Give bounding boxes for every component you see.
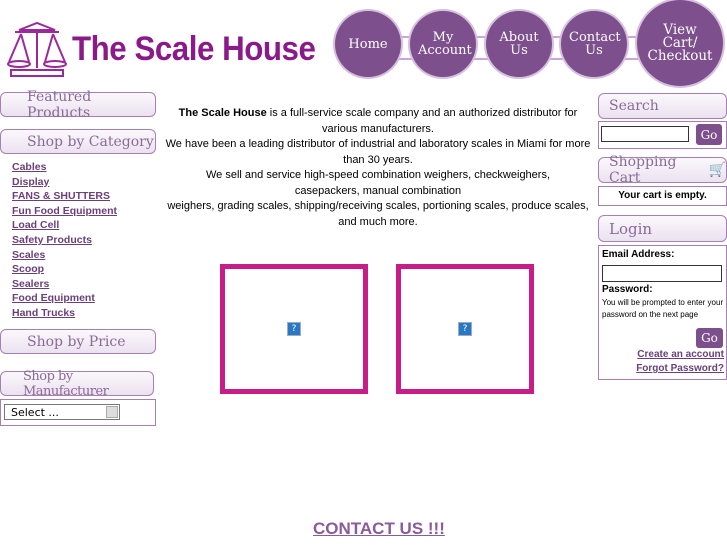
category-link[interactable]: Hand Trucks	[12, 306, 117, 321]
nav-about-us[interactable]: About Us	[486, 11, 552, 77]
scale-logo-icon	[7, 21, 67, 77]
category-list: Cables Display FANS & SHUTTERS Fun Food …	[12, 160, 117, 321]
email-field[interactable]	[602, 265, 722, 282]
category-link[interactable]: Display	[12, 175, 117, 190]
cart-icon: 🛒	[708, 162, 726, 178]
login-box: Email Address: Password: You will be pro…	[598, 245, 727, 380]
contact-us-link[interactable]: CONTACT US !!!	[313, 519, 445, 539]
broken-image-icon: ?	[287, 322, 301, 336]
shop-by-category-header: Shop by Category	[0, 129, 156, 154]
category-link[interactable]: Safety Products	[12, 233, 117, 248]
intro-text: The Scale House is a full-service scale …	[165, 107, 591, 228]
shop-by-manufacturer-header: Shop by Manufacturer	[0, 369, 154, 399]
cart-box: Your cart is empty.	[598, 186, 727, 206]
featured-products-header[interactable]: Featured Products	[0, 89, 156, 121]
create-account-link[interactable]: Create an account	[637, 349, 724, 360]
shopping-cart-header[interactable]: Shopping Cart 🛒	[598, 154, 727, 186]
manufacturer-select[interactable]: Select ...	[4, 404, 120, 420]
category-link[interactable]: Load Cell	[12, 218, 117, 233]
category-link[interactable]: Food Equipment	[12, 291, 117, 306]
search-go-button[interactable]: Go	[696, 124, 722, 145]
category-link[interactable]: Fun Food Equipment	[12, 204, 117, 219]
forgot-password-link[interactable]: Forgot Password?	[636, 363, 724, 374]
category-link[interactable]: Sealers	[12, 277, 117, 292]
category-link[interactable]: FANS & SHUTTERS	[12, 189, 117, 204]
search-header: Search	[598, 93, 727, 119]
search-input[interactable]	[601, 126, 689, 142]
featured-image-frame[interactable]: ?	[220, 264, 368, 394]
category-link[interactable]: Cables	[12, 160, 117, 175]
nav-home[interactable]: Home	[335, 11, 401, 77]
logo-text[interactable]: The Scale House	[72, 30, 316, 69]
nav-contact-us[interactable]: Contact Us	[561, 11, 627, 77]
category-link[interactable]: Scoop	[12, 262, 117, 277]
nav-my-account[interactable]: My Account	[410, 11, 476, 77]
login-header: Login	[598, 215, 727, 242]
shop-by-price-header[interactable]: Shop by Price	[0, 329, 156, 354]
category-link[interactable]: Scales	[12, 248, 117, 263]
nav-view-cart[interactable]: View Cart/ Checkout	[637, 0, 723, 86]
broken-image-icon: ?	[458, 322, 472, 336]
login-go-button[interactable]: Go	[696, 328, 723, 348]
chevron-down-icon	[106, 406, 118, 418]
featured-image-frame[interactable]: ?	[396, 264, 534, 394]
